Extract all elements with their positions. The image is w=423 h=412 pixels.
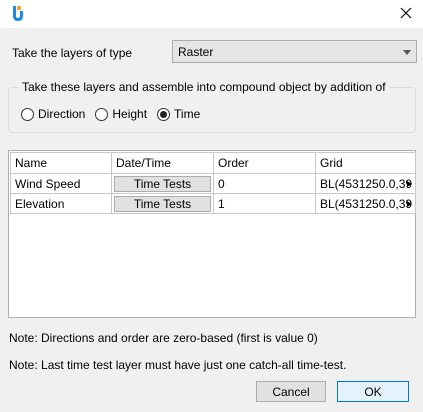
layer-type-value: Raster	[178, 44, 214, 59]
cell-order[interactable]: 1	[213, 193, 316, 214]
column-header-name[interactable]: Name	[10, 152, 112, 174]
table-row[interactable]: Elevation Time Tests 1 BL(4531250.0,39	[10, 193, 416, 214]
radio-height[interactable]: Height	[95, 107, 147, 121]
assemble-group: Take these layers and assemble into comp…	[8, 80, 416, 133]
app-logo-icon	[13, 6, 23, 21]
time-tests-button[interactable]: Time Tests	[114, 195, 211, 212]
note-catch-all: Note: Last time test layer must have jus…	[9, 358, 347, 372]
cell-name[interactable]: Elevation	[10, 193, 112, 214]
cell-datetime: Time Tests	[111, 173, 214, 194]
assemble-legend: Take these layers and assemble into comp…	[19, 80, 389, 94]
expand-arrow-icon[interactable]	[407, 181, 412, 187]
radio-time-label: Time	[174, 107, 201, 121]
grid-value: BL(4531250.0,39	[320, 176, 413, 191]
column-header-order[interactable]: Order	[213, 152, 316, 174]
radio-height-label: Height	[112, 107, 148, 121]
table-header-row: Name Date/Time Order Grid	[10, 152, 416, 174]
radio-time[interactable]: Time	[157, 107, 200, 121]
cell-datetime: Time Tests	[111, 193, 214, 214]
time-tests-button[interactable]: Time Tests	[114, 175, 211, 192]
cancel-button[interactable]: Cancel	[256, 381, 326, 402]
ok-button[interactable]: OK	[337, 381, 409, 402]
column-header-grid[interactable]: Grid	[315, 152, 416, 174]
title-bar	[0, 0, 423, 28]
close-icon	[400, 7, 412, 19]
cell-grid[interactable]: BL(4531250.0,39	[315, 173, 416, 194]
radio-circle[interactable]	[21, 107, 34, 121]
close-button[interactable]	[389, 0, 423, 26]
assemble-options: Direction Height Time	[21, 107, 210, 121]
radio-circle[interactable]	[95, 107, 109, 121]
radio-circle-selected[interactable]	[157, 107, 171, 121]
radio-direction[interactable]: Direction	[21, 107, 85, 121]
cell-order[interactable]: 0	[213, 173, 316, 194]
radio-direction-label: Direction	[38, 107, 86, 121]
grid-value: BL(4531250.0,39	[320, 196, 413, 211]
table-row[interactable]: Wind Speed Time Tests 0 BL(4531250.0,39	[10, 173, 416, 194]
layer-type-dropdown[interactable]: Raster	[172, 40, 417, 63]
layers-table[interactable]: Name Date/Time Order Grid Wind Speed Tim…	[8, 150, 416, 318]
expand-arrow-icon[interactable]	[407, 201, 412, 207]
layer-type-label: Take the layers of type	[12, 46, 133, 60]
chevron-down-icon	[403, 50, 411, 55]
cell-grid[interactable]: BL(4531250.0,39	[315, 193, 416, 214]
column-header-datetime[interactable]: Date/Time	[111, 152, 214, 174]
note-zero-based: Note: Directions and order are zero-base…	[9, 331, 318, 345]
radio-dot	[160, 110, 168, 118]
cell-name[interactable]: Wind Speed	[10, 173, 112, 194]
